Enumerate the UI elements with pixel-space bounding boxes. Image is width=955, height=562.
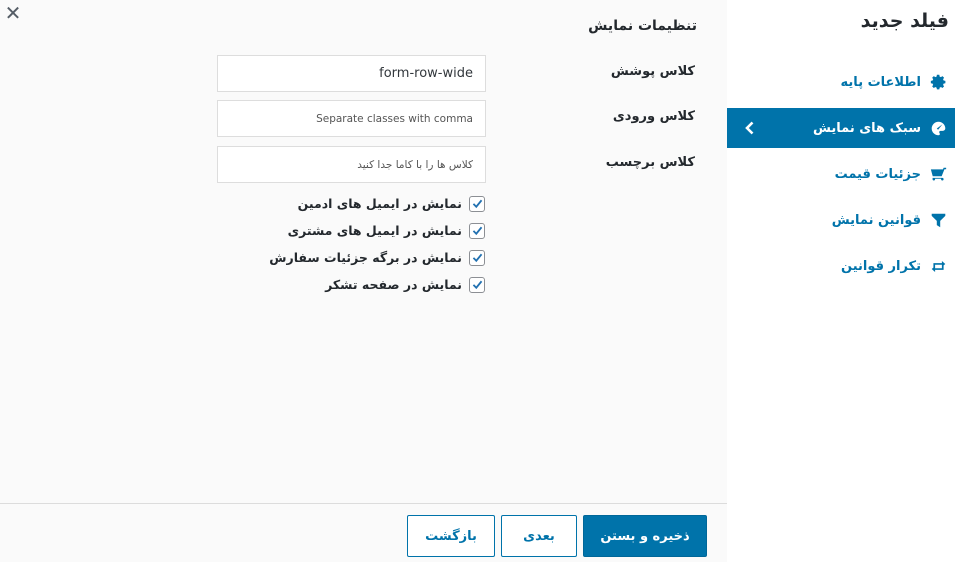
input-class-row: کلاس ورودی [217, 100, 697, 138]
sidebar-item-label: جزئیات قیمت [834, 166, 921, 182]
sidebar-item-display-styles[interactable]: سبک های نمایش [727, 108, 955, 148]
checkmark-icon [472, 253, 482, 263]
checkbox-row[interactable]: نمایش در برگه جزئیات سفارش [269, 244, 485, 271]
checkmark-icon [472, 280, 482, 290]
filter-icon [929, 211, 947, 229]
close-icon[interactable]: ✕ [4, 3, 22, 23]
checkbox-order-details[interactable] [469, 249, 485, 266]
label-class-input[interactable] [217, 146, 486, 183]
sidebar-item-label: اطلاعات پایه [840, 74, 921, 90]
checkbox-group: نمایش در ایمیل های ادمین نمایش در ایمیل … [269, 190, 485, 298]
cart-icon [929, 165, 947, 183]
chevron-left-icon [745, 121, 754, 135]
sidebar-item-label: قوانین نمایش [831, 212, 921, 228]
palette-icon [929, 119, 947, 137]
footer-bar: بازگشت بعدی ذخیره و بستن [0, 503, 727, 562]
wrapper-class-row: کلاس پوشش [217, 55, 697, 93]
checkbox-customer-emails[interactable] [469, 222, 485, 239]
sidebar: فیلد جدید اطلاعات پایه سبک های نمایش جزئ… [727, 0, 955, 562]
checkbox-label: نمایش در ایمیل های مشتری [287, 223, 462, 238]
sidebar-item-price-details[interactable]: جزئیات قیمت [727, 154, 955, 194]
section-title: تنظیمات نمایش [588, 18, 697, 34]
save-and-close-button[interactable]: ذخیره و بستن [583, 515, 707, 557]
sidebar-item-repeat-rules[interactable]: تکرار قوانین [727, 246, 955, 286]
checkbox-row[interactable]: نمایش در صفحه تشکر [269, 271, 485, 298]
input-class-input[interactable] [217, 100, 486, 137]
checkbox-label: نمایش در ایمیل های ادمین [297, 196, 462, 211]
wrapper-class-input[interactable] [217, 55, 486, 92]
next-button[interactable]: بعدی [501, 515, 577, 557]
checkbox-label: نمایش در برگه جزئیات سفارش [269, 250, 462, 265]
label-class-row: کلاس برچسب [217, 146, 697, 184]
sidebar-item-label: سبک های نمایش [813, 120, 921, 136]
sidebar-item-label: تکرار قوانین [841, 258, 921, 274]
checkbox-thank-you-page[interactable] [469, 276, 485, 293]
back-button[interactable]: بازگشت [407, 515, 495, 557]
checkmark-icon [472, 226, 482, 236]
checkbox-label: نمایش در صفحه تشکر [325, 277, 462, 292]
label-class-label: کلاس برچسب [605, 155, 695, 170]
sidebar-menu: اطلاعات پایه سبک های نمایش جزئیات قیمت ق… [727, 62, 955, 292]
input-class-label: کلاس ورودی [612, 109, 695, 124]
sidebar-title: فیلد جدید [860, 10, 949, 32]
sidebar-item-basic-info[interactable]: اطلاعات پایه [727, 62, 955, 102]
checkmark-icon [472, 199, 482, 209]
checkbox-admin-emails[interactable] [469, 195, 485, 212]
checkbox-row[interactable]: نمایش در ایمیل های ادمین [269, 190, 485, 217]
sidebar-item-display-rules[interactable]: قوانین نمایش [727, 200, 955, 240]
repeat-icon [929, 257, 947, 275]
checkbox-row[interactable]: نمایش در ایمیل های مشتری [269, 217, 485, 244]
wrapper-class-label: کلاس پوشش [610, 64, 695, 79]
main-panel: ✕ تنظیمات نمایش کلاس پوشش کلاس ورودی کلا… [0, 0, 727, 562]
gear-icon [929, 73, 947, 91]
